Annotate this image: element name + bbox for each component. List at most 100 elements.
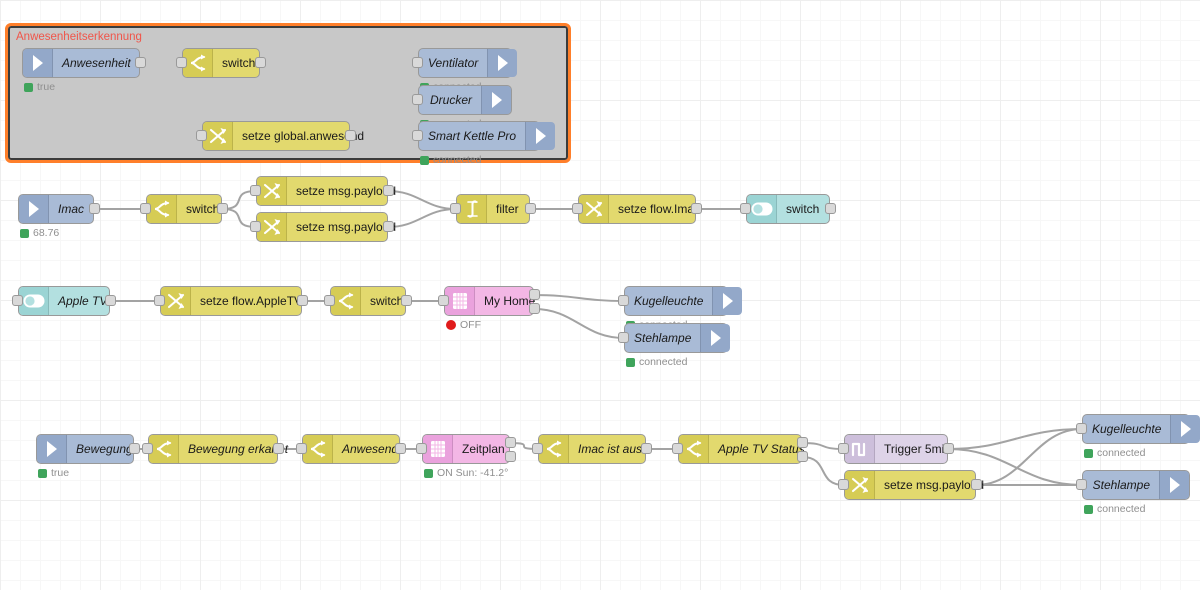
node-switch[interactable]: Anwesend (302, 434, 400, 464)
arrow-right-icon (1169, 477, 1180, 493)
pulse-icon (845, 435, 875, 463)
node-output-port[interactable] (825, 203, 836, 214)
switch-branch-icon (539, 435, 569, 463)
node-output-port[interactable] (255, 57, 266, 68)
status-text: true (37, 81, 56, 93)
node-change[interactable]: setze msg.payload (844, 470, 984, 500)
node-schedule[interactable]: Zeitplan (422, 434, 510, 464)
node-output-port[interactable] (129, 443, 140, 454)
node-output-port[interactable] (797, 437, 808, 448)
node-output-port[interactable] (641, 443, 652, 454)
node-output-port[interactable] (943, 443, 954, 454)
node-input-port[interactable] (740, 203, 751, 214)
node-input-port[interactable] (142, 443, 153, 454)
node-input-port[interactable] (154, 295, 165, 306)
node-switch[interactable]: switch (330, 286, 406, 316)
node-device-out[interactable]: Kugelleuchte (1082, 414, 1200, 444)
node-input-port[interactable] (450, 203, 461, 214)
node-input-port[interactable] (618, 332, 629, 343)
node-device-in[interactable]: Anwesenheit (22, 48, 140, 78)
node-device-out[interactable]: Drucker (418, 85, 512, 115)
node-input-port[interactable] (532, 443, 543, 454)
node-input-port[interactable] (296, 443, 307, 454)
node-output-port[interactable] (217, 203, 228, 214)
node-input-port[interactable] (12, 295, 23, 306)
node-output-port[interactable] (105, 295, 116, 306)
node-schedule[interactable]: My Home (444, 286, 535, 316)
node-label: switch (786, 202, 820, 216)
node-ui-switch[interactable]: switch (746, 194, 830, 224)
node-switch[interactable]: switch (146, 194, 222, 224)
node-device-out[interactable]: Ventilator (418, 48, 518, 78)
node-device-in[interactable]: Bewegung (36, 434, 134, 464)
node-ui-switch[interactable]: Apple TV (18, 286, 110, 316)
node-output-port[interactable] (383, 185, 394, 196)
node-output-port[interactable] (89, 203, 100, 214)
arrow-right-icon (1170, 415, 1200, 443)
wire[interactable] (947, 428, 1083, 450)
node-change[interactable]: setze flow.AppleTV (160, 286, 302, 316)
node-output-port[interactable] (297, 295, 308, 306)
node-switch[interactable]: Apple TV Status (678, 434, 805, 464)
status-text: connected (1097, 503, 1146, 515)
shuffle-icon (585, 201, 602, 217)
node-switch[interactable]: Bewegung erkannt (148, 434, 288, 464)
arrow-right-icon (32, 55, 43, 71)
shuffle-icon (203, 122, 233, 150)
node-trigger[interactable]: Trigger 5min (844, 434, 951, 464)
node-output-port[interactable] (529, 303, 540, 314)
node-output-port[interactable] (525, 203, 536, 214)
flow-canvas[interactable]: Anwesenheitserkennung Anwesenheit true swi… (0, 0, 1200, 590)
node-input-port[interactable] (196, 130, 207, 141)
node-switch[interactable]: switch (182, 48, 260, 78)
node-output-port[interactable] (401, 295, 412, 306)
node-change[interactable]: setze msg.payload (256, 212, 396, 242)
node-input-port[interactable] (1076, 479, 1087, 490)
node-change[interactable]: setze flow.Imac (578, 194, 700, 224)
node-input-port[interactable] (438, 295, 449, 306)
node-change[interactable]: setze global.anwesend (202, 121, 364, 151)
node-output-port[interactable] (529, 289, 540, 300)
node-input-port[interactable] (250, 221, 261, 232)
node-input-port[interactable] (250, 185, 261, 196)
shuffle-icon (257, 213, 287, 241)
node-output-port[interactable] (797, 451, 808, 462)
node-output-port[interactable] (135, 57, 146, 68)
node-change[interactable]: setze msg.payload (256, 176, 396, 206)
node-output-port[interactable] (345, 130, 356, 141)
node-filter[interactable]: filter (456, 194, 530, 224)
node-input-port[interactable] (324, 295, 335, 306)
node-output-port[interactable] (505, 451, 516, 462)
node-output-port[interactable] (971, 479, 982, 490)
node-input-port[interactable] (618, 295, 629, 306)
node-device-out[interactable]: Kugelleuchte (624, 286, 743, 316)
toggle-icon (747, 195, 777, 223)
node-input-port[interactable] (412, 130, 423, 141)
arrow-right-icon (481, 86, 511, 114)
node-device-out[interactable]: Stehlampe (624, 323, 731, 353)
node-output-port[interactable] (395, 443, 406, 454)
toggle-icon (23, 294, 44, 308)
node-input-port[interactable] (838, 443, 849, 454)
wire[interactable] (533, 308, 625, 339)
node-output-port[interactable] (383, 221, 394, 232)
node-input-port[interactable] (416, 443, 427, 454)
node-input-port[interactable] (672, 443, 683, 454)
node-input-port[interactable] (572, 203, 583, 214)
wire[interactable] (533, 294, 625, 302)
node-input-port[interactable] (838, 479, 849, 490)
node-output-port[interactable] (691, 203, 702, 214)
node-output-port[interactable] (505, 437, 516, 448)
node-device-out[interactable]: Stehlampe (1082, 470, 1190, 500)
node-switch[interactable]: Imac ist aus (538, 434, 646, 464)
node-input-port[interactable] (176, 57, 187, 68)
node-input-port[interactable] (1076, 423, 1087, 434)
node-input-port[interactable] (412, 94, 423, 105)
node-input-port[interactable] (140, 203, 151, 214)
node-input-port[interactable] (412, 57, 423, 68)
node-device-out[interactable]: Smart Kettle Pro (418, 121, 556, 151)
node-device-in[interactable]: Imac (18, 194, 94, 224)
switch-branch-icon (190, 54, 205, 72)
node-output-port[interactable] (273, 443, 284, 454)
node-status: ON Sun: -41.2° (424, 467, 508, 479)
